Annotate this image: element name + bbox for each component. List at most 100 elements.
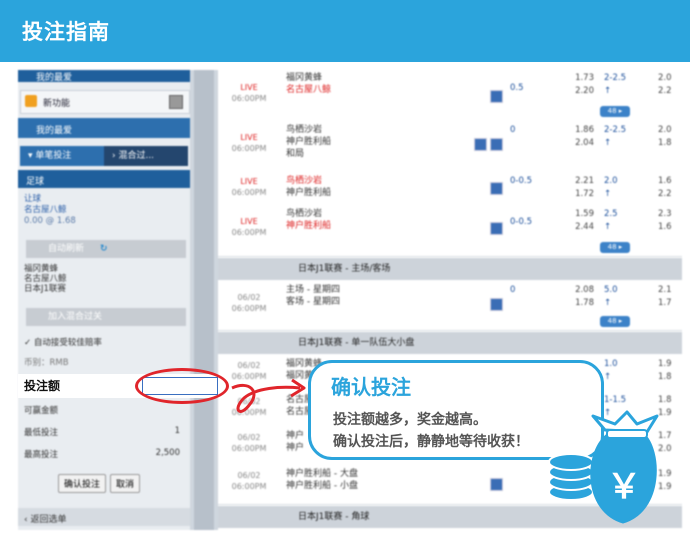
away-team: 神户胜利船 — [286, 188, 332, 198]
away-team: 名古屋八鲸 — [286, 85, 332, 95]
new-feature-item[interactable]: 新功能 — [20, 90, 190, 114]
bet-type-tabs: ▾ 单笔投注 › 混合过... — [20, 146, 188, 166]
total-odds[interactable]: 2.3 1.6 — [658, 208, 672, 234]
table-row[interactable]: LIVE 06:00PM 鸟栖沙岩 神户胜利船 0-0.5 1.59 2.44 2.5… — [218, 204, 682, 257]
handicap-odds[interactable]: 1.59 2.44 — [564, 208, 594, 234]
odds-value: 1.7 — [658, 298, 672, 308]
table-row[interactable]: LIVE 06:00PM 鸟栖沙岩 神户胜利船 和局 0 1.86 2.04 2-2.5… — [218, 120, 682, 173]
more-bets-button[interactable]: 48 ▸ — [600, 316, 630, 327]
close-icon[interactable] — [169, 95, 183, 109]
tab-single-bet[interactable]: ▾ 单笔投注 — [20, 146, 104, 166]
odds-value: 1.59 — [575, 209, 594, 219]
odds-value: 1.73 — [575, 73, 594, 83]
stake-label: 投注额 — [24, 379, 61, 393]
odds-value: 2.21 — [575, 176, 594, 186]
more-bets-button[interactable]: 48 ▸ — [600, 242, 630, 253]
match-time: LIVE 06:00PM — [218, 132, 280, 154]
total-line: 1.0 ↑ — [604, 358, 618, 384]
stats-icon[interactable] — [490, 222, 503, 235]
handicap-odds[interactable]: 1.73 2.20 — [564, 72, 594, 98]
add-parlay-button[interactable]: 加入混合过关 — [26, 308, 186, 326]
bet-actions: 确认投注 取消 — [58, 474, 144, 493]
line-value: 1.0 — [604, 359, 618, 369]
stats-icon[interactable] — [490, 138, 503, 151]
tab-parlay[interactable]: › 混合过... — [104, 146, 188, 166]
match-league-text: 日本J1联赛 — [24, 284, 66, 294]
match-time: 06/02 06:00PM — [218, 360, 280, 382]
up-arrow-icon: ↑ — [604, 189, 612, 199]
max-bet-row: 最高投注 2,500 — [24, 448, 184, 460]
sport-section-label: 足球 — [26, 177, 45, 187]
handicap-odds[interactable]: 1.86 2.04 — [564, 124, 594, 150]
win-amount-label: 可赢金额 — [24, 406, 59, 416]
favorites-bar[interactable]: 我的最爱 — [18, 118, 190, 138]
table-row[interactable]: LIVE 06:00PM 福冈黄蜂 名古屋八鲸 0.5 1.73 2.20 2-2.5… — [218, 70, 682, 121]
line-value: 1-1.5 — [604, 395, 626, 405]
odds-value: 2.2 — [658, 189, 672, 199]
odds-value: 1.8 — [658, 395, 672, 405]
live-badge: LIVE — [240, 133, 258, 142]
odds-value: 1.6 — [658, 222, 672, 232]
date-text: 06/02 — [237, 397, 261, 406]
max-bet-label: 最高投注 — [24, 450, 59, 460]
odds-value: 2.08 — [575, 285, 594, 295]
total-odds[interactable]: 1.6 2.2 — [658, 175, 672, 201]
up-arrow-icon: ↑ — [604, 86, 612, 96]
home-team: 主场 - 星期四 — [286, 285, 340, 295]
min-bet-value: 1 — [174, 426, 180, 436]
league-header[interactable]: 日本J1联赛 - 单一队伍大小盘 — [218, 332, 682, 354]
team-under: 神户胜利船 - 小盘 — [286, 481, 358, 491]
league-title: 日本J1联赛 - 主场/客场 — [298, 264, 391, 274]
table-row[interactable]: LIVE 06:00PM 鸟栖沙岩 神户胜利船 0-0.5 2.21 1.72 2.0… — [218, 172, 682, 205]
match-time: LIVE 06:00PM — [218, 176, 280, 198]
away-team: 神户胜利船 — [286, 137, 332, 147]
stats-icon[interactable] — [490, 182, 503, 195]
date-text: 06/02 — [237, 293, 261, 302]
odds-value: 2.1 — [658, 285, 672, 295]
odds-value: 1.72 — [575, 189, 594, 199]
back-to-menu-label: ‹ 返回选单 — [24, 515, 67, 525]
currency-text: 币别：RMB — [24, 358, 69, 368]
handicap-odds[interactable]: 2.21 1.72 — [564, 175, 594, 201]
total-odds[interactable]: 2.0 2.2 — [658, 72, 672, 98]
tv-icon[interactable] — [474, 138, 487, 151]
handicap-line: 0-0.5 — [510, 176, 532, 186]
total-line: 2.0 ↑ — [604, 175, 618, 201]
teams: 鸟栖沙岩 神户胜利船 — [286, 208, 446, 232]
handicap-odds[interactable]: 2.08 1.78 — [564, 284, 594, 310]
bet-team-text: 名古屋八鲸 — [24, 205, 67, 215]
live-badge: LIVE — [240, 217, 258, 226]
live-badge: LIVE — [240, 177, 258, 186]
line-value: 5.0 — [604, 285, 618, 295]
teams: 主场 - 星期四 客场 - 星期四 — [286, 284, 446, 308]
yen-symbol: ￥ — [607, 467, 641, 507]
odds-value: 1.78 — [575, 298, 594, 308]
guide-title: 投注指南 — [22, 20, 110, 44]
up-arrow-icon: ↑ — [604, 298, 612, 308]
odds-value: 1.8 — [658, 372, 672, 382]
stats-icon[interactable] — [490, 478, 503, 491]
total-line: 5.0 ↑ — [604, 284, 618, 310]
auto-refresh-button[interactable]: 自动刷新 ↻ — [26, 240, 186, 258]
odds-value: 1.8 — [658, 138, 672, 148]
auto-refresh-label: 自动刷新 — [48, 244, 85, 254]
money-bag-icon: ￥ — [548, 410, 659, 524]
league-header[interactable]: 日本J1联赛 - 主场/客场 — [218, 258, 682, 280]
stats-icon[interactable] — [490, 298, 503, 311]
match-time: 06/02 06:00PM — [218, 292, 280, 314]
draw-label: 和局 — [286, 149, 305, 159]
sidebar-top-bar[interactable]: 我的最爱 — [18, 70, 190, 83]
callout-line-2: 确认投注后，静静地等待收获！ — [333, 434, 529, 450]
more-bets-button[interactable]: 48 ▸ — [600, 106, 630, 117]
add-parlay-label: 加入混合过关 — [48, 312, 103, 322]
bet-selection: 让球 名古屋八鲸 0.00 @ 1.68 — [24, 194, 184, 227]
back-to-menu-button[interactable]: ‹ 返回选单 — [18, 508, 190, 526]
cancel-button[interactable]: 取消 — [110, 474, 141, 493]
confirm-bet-button[interactable]: 确认投注 — [58, 474, 107, 493]
total-odds[interactable]: 1.9 1.8 — [658, 358, 672, 384]
table-row[interactable]: 06/02 06:00PM 主场 - 星期四 客场 - 星期四 0 2.08 1.78… — [218, 280, 682, 331]
auto-accept-checkbox[interactable]: ✓ 自动接受较佳赔率 — [24, 336, 184, 348]
stats-icon[interactable] — [490, 90, 503, 103]
total-odds[interactable]: 2.0 1.8 — [658, 124, 672, 150]
total-odds[interactable]: 2.1 1.7 — [658, 284, 672, 310]
